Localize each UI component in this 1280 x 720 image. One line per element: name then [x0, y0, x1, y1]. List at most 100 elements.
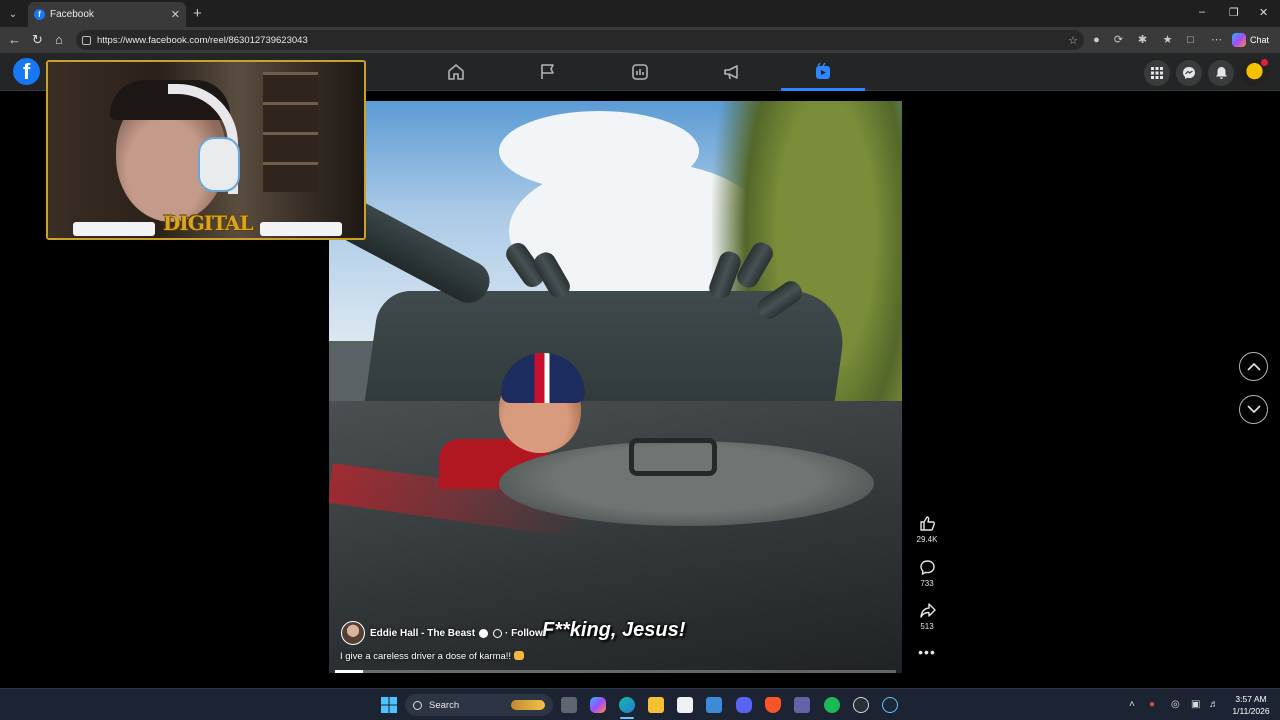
messenger-icon — [1183, 67, 1195, 79]
overlay-logo: DIGITAL — [163, 211, 254, 235]
active-app-indicator — [620, 717, 634, 719]
site-info-icon[interactable] — [82, 35, 91, 45]
taskbar-search[interactable]: Search — [405, 694, 553, 716]
task-view-icon[interactable] — [561, 697, 577, 713]
microphone-icon[interactable]: ◎ — [1171, 699, 1180, 710]
author-avatar[interactable] — [341, 621, 365, 645]
like-action[interactable]: 29.4K — [912, 515, 942, 544]
address-toolbar: ← ↻ ⌂ https://www.facebook.com/reel/8630… — [0, 27, 1280, 53]
comment-icon — [919, 560, 935, 576]
menu-grid-button[interactable] — [1144, 60, 1170, 86]
home-icon[interactable] — [446, 62, 466, 82]
reload-icon[interactable]: ↻ — [32, 32, 43, 48]
webcam-overlay: DIGITAL — [46, 60, 366, 240]
follow-button[interactable]: Follow — [511, 628, 543, 639]
brave-icon[interactable] — [765, 697, 781, 713]
windows-start-icon[interactable] — [381, 697, 397, 713]
new-tab-icon[interactable]: + — [193, 5, 202, 22]
favorites-icon[interactable]: ★ — [1161, 33, 1174, 46]
tab-close-icon[interactable]: ✕ — [171, 8, 180, 21]
hatch-handle — [629, 438, 717, 476]
banner-pill — [73, 222, 155, 236]
tab-list-chevron-icon[interactable]: ⌄ — [4, 5, 22, 23]
megaphone-icon[interactable] — [722, 62, 742, 82]
author-name[interactable]: Eddie Hall - The Beast — [370, 628, 475, 639]
reel-description: I give a careless driver a dose of karma… — [340, 651, 512, 662]
spotify-icon[interactable] — [824, 697, 840, 713]
bell-icon — [1215, 67, 1227, 79]
next-reel-button[interactable] — [1239, 395, 1268, 424]
extension-icon[interactable]: ● — [1090, 33, 1103, 46]
fist-emoji-icon — [514, 651, 525, 660]
webcam-shelf — [263, 72, 318, 192]
outlook-icon[interactable] — [706, 697, 722, 713]
puzzle-icon[interactable]: ✱ — [1136, 33, 1149, 46]
store-icon[interactable] — [677, 697, 693, 713]
edge-app-icon[interactable] — [619, 697, 635, 713]
copilot-app-icon[interactable] — [590, 697, 606, 713]
file-explorer-icon[interactable] — [648, 697, 664, 713]
url-text: https://www.facebook.com/reel/8630127396… — [97, 34, 308, 46]
search-placeholder: Search — [429, 699, 460, 711]
grid-icon — [1151, 67, 1163, 79]
favorite-star-icon[interactable]: ☆ — [1068, 34, 1078, 47]
chevron-down-icon — [1246, 405, 1261, 414]
browser-tab-bar: ⌄ f Facebook ✕ + – ❐ ✕ — [0, 0, 1280, 27]
comment-count: 733 — [920, 579, 934, 588]
facebook-favicon-icon: f — [34, 9, 45, 20]
video-progress-bar[interactable] — [335, 670, 896, 673]
flag-icon[interactable] — [538, 62, 558, 82]
windows-taskbar: Search ˄ ● ◎ ▣ ♬ 3:57 AM 1/11/2026 — [0, 688, 1280, 720]
reels-icon[interactable] — [813, 62, 833, 82]
sync-icon[interactable]: ⟳ — [1112, 33, 1125, 46]
more-menu-icon[interactable]: ⋯ — [1210, 33, 1223, 46]
minimize-icon[interactable]: – — [1199, 6, 1205, 18]
obs-icon[interactable] — [853, 697, 869, 713]
marketplace-icon[interactable] — [630, 62, 650, 82]
copilot-icon — [1232, 33, 1246, 47]
banner-pill — [260, 222, 342, 236]
discord-icon[interactable] — [736, 697, 752, 713]
chevron-up-icon — [1246, 362, 1261, 371]
taskbar-clock[interactable]: 3:57 AM 1/11/2026 — [1228, 693, 1274, 717]
back-icon[interactable]: ← — [8, 32, 21, 47]
search-icon — [413, 700, 422, 710]
video-subtitle: F**king, Jesus! — [542, 619, 686, 641]
notification-dot — [1261, 59, 1268, 66]
active-tab-indicator — [781, 88, 865, 91]
url-bar[interactable]: https://www.facebook.com/reel/8630127396… — [76, 30, 1084, 50]
maximize-icon[interactable]: ❐ — [1229, 6, 1239, 19]
video-progress-fill — [335, 670, 364, 673]
clock-date: 1/11/2026 — [1232, 706, 1270, 716]
notifications-button[interactable] — [1208, 60, 1234, 86]
clock-time: 3:57 AM — [1235, 694, 1267, 704]
home-button-icon[interactable]: ⌂ — [55, 32, 63, 47]
more-options-icon[interactable]: ••• — [912, 645, 942, 659]
comment-action[interactable]: 733 — [912, 559, 942, 588]
globe-icon — [493, 628, 503, 638]
headset-earcup — [198, 137, 240, 192]
messenger-button[interactable] — [1176, 60, 1202, 86]
volume-icon[interactable]: ♬ — [1209, 699, 1219, 710]
tab-title: Facebook — [50, 9, 94, 20]
collections-icon[interactable]: □ — [1184, 33, 1197, 46]
steam-icon[interactable] — [882, 697, 898, 713]
verified-badge-icon — [479, 628, 489, 638]
share-icon — [919, 603, 936, 618]
browser-tab[interactable]: f Facebook ✕ — [28, 2, 186, 27]
teams-icon[interactable] — [794, 697, 810, 713]
tray-overflow-icon[interactable]: ˄ — [1129, 699, 1135, 710]
copilot-button[interactable]: Chat — [1232, 31, 1269, 49]
copilot-label: Chat — [1250, 35, 1270, 45]
close-window-icon[interactable]: ✕ — [1259, 6, 1268, 19]
facebook-logo[interactable]: f — [13, 58, 40, 85]
tray-app-icon[interactable]: ● — [1149, 699, 1155, 710]
network-icon[interactable]: ▣ — [1191, 699, 1200, 710]
search-highlight-icon — [511, 700, 545, 710]
share-action[interactable]: 513 — [912, 602, 942, 631]
thumbs-up-icon — [919, 516, 935, 531]
previous-reel-button[interactable] — [1239, 352, 1268, 381]
reel-description-row: I give a careless driver a dose of karma… — [340, 651, 525, 662]
reel-video[interactable]: F**king, Jesus! Eddie Hall - The Beast ·… — [329, 101, 902, 673]
share-count: 513 — [920, 622, 934, 631]
